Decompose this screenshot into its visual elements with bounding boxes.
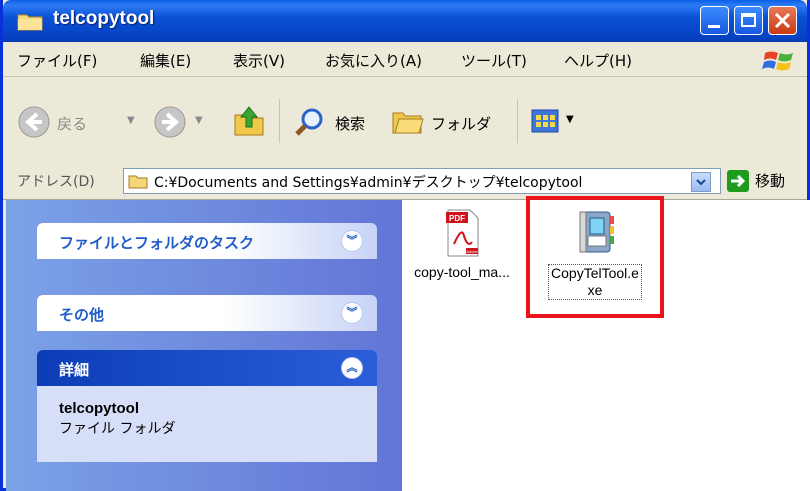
close-button[interactable]: [768, 6, 797, 35]
menu-help[interactable]: ヘルプ(H): [564, 50, 632, 71]
title-bar[interactable]: telcopytool: [3, 0, 807, 42]
go-label[interactable]: 移動: [755, 170, 785, 191]
window-title: telcopytool: [53, 8, 155, 29]
address-label: アドレス(D): [17, 174, 95, 190]
adobe-badge: Adobe: [466, 249, 478, 254]
go-button[interactable]: [727, 170, 749, 192]
menu-view[interactable]: 表示(V): [233, 50, 285, 71]
address-dropdown-button[interactable]: [691, 172, 711, 192]
folder-icon: [128, 175, 148, 189]
group-title: ファイルとフォルダのタスク: [59, 234, 255, 252]
chevron-down-icon: [696, 179, 706, 186]
views-dropdown-icon: ▼: [566, 114, 574, 125]
back-arrow-icon: [18, 106, 50, 138]
back-button[interactable]: 戻る ▼: [17, 105, 147, 139]
windows-logo-icon: [762, 51, 793, 71]
up-folder-icon[interactable]: [231, 103, 267, 139]
details-type: ファイル フォルダ: [59, 421, 176, 437]
details-name: telcopytool: [59, 400, 140, 417]
collapse-icon[interactable]: ︽: [341, 357, 363, 379]
folder-icon: [17, 14, 43, 31]
menu-file[interactable]: ファイル(F): [17, 50, 97, 71]
toolbar-divider: [279, 99, 280, 143]
file-item-pdf[interactable]: PDF Adobe copy-tool_ma...: [403, 208, 521, 280]
menu-bar: ファイル(F) 編集(E) 表示(V) お気に入り(A) ツール(T) ヘルプ(…: [3, 42, 807, 77]
maximize-button[interactable]: [734, 6, 763, 35]
folders-icon: [392, 112, 424, 134]
minimize-button[interactable]: [700, 6, 729, 35]
back-dropdown-icon: ▼: [127, 115, 135, 126]
address-input[interactable]: C:¥Documents and Settings¥admin¥デスクトップ¥t…: [123, 168, 721, 194]
menu-favorites[interactable]: お気に入り(A): [325, 50, 422, 71]
folders-label: フォルダ: [431, 115, 492, 133]
menu-edit[interactable]: 編集(E): [140, 50, 191, 71]
details-body: telcopytool ファイル フォルダ: [37, 386, 377, 462]
group-title: その他: [59, 306, 105, 324]
task-group-file-folder[interactable]: ファイルとフォルダのタスク ︾: [37, 223, 377, 259]
task-group-other[interactable]: その他 ︾: [37, 295, 377, 331]
expand-icon[interactable]: ︾: [341, 230, 363, 252]
explorer-window: telcopytool ファイル(F) 編集(E) 表示(V) お気に入り(A)…: [0, 0, 810, 491]
pdf-icon: PDF Adobe: [446, 209, 479, 257]
toolbar-divider: [517, 99, 518, 143]
maximize-icon: [741, 13, 756, 27]
search-icon: [295, 108, 323, 136]
views-icon: [531, 109, 559, 133]
forward-arrow-icon: [154, 106, 186, 138]
task-group-details[interactable]: 詳細 ︽: [37, 350, 377, 386]
toolbar: 戻る ▼ ▼ 検索 フォルダ ▼: [3, 77, 807, 164]
highlight-box: [526, 196, 664, 318]
close-icon: [774, 12, 791, 29]
back-label: 戻る: [57, 115, 88, 133]
address-bar: アドレス(D) C:¥Documents and Settings¥admin¥…: [3, 163, 807, 200]
group-title: 詳細: [59, 361, 90, 379]
forward-dropdown-icon: ▼: [195, 115, 203, 126]
folders-button[interactable]: フォルダ: [391, 105, 511, 139]
menu-tools[interactable]: ツール(T): [461, 50, 527, 71]
address-path: C:¥Documents and Settings¥admin¥デスクトップ¥t…: [154, 175, 583, 191]
forward-button[interactable]: ▼: [153, 105, 213, 139]
go-arrow-icon: [731, 174, 746, 188]
views-button[interactable]: ▼: [530, 107, 586, 137]
minimize-icon: [708, 25, 720, 28]
file-name: copy-tool_ma...: [414, 264, 510, 280]
search-label: 検索: [335, 115, 366, 133]
pdf-badge: PDF: [449, 214, 465, 223]
expand-icon[interactable]: ︾: [341, 302, 363, 324]
search-button[interactable]: 検索: [293, 105, 383, 139]
